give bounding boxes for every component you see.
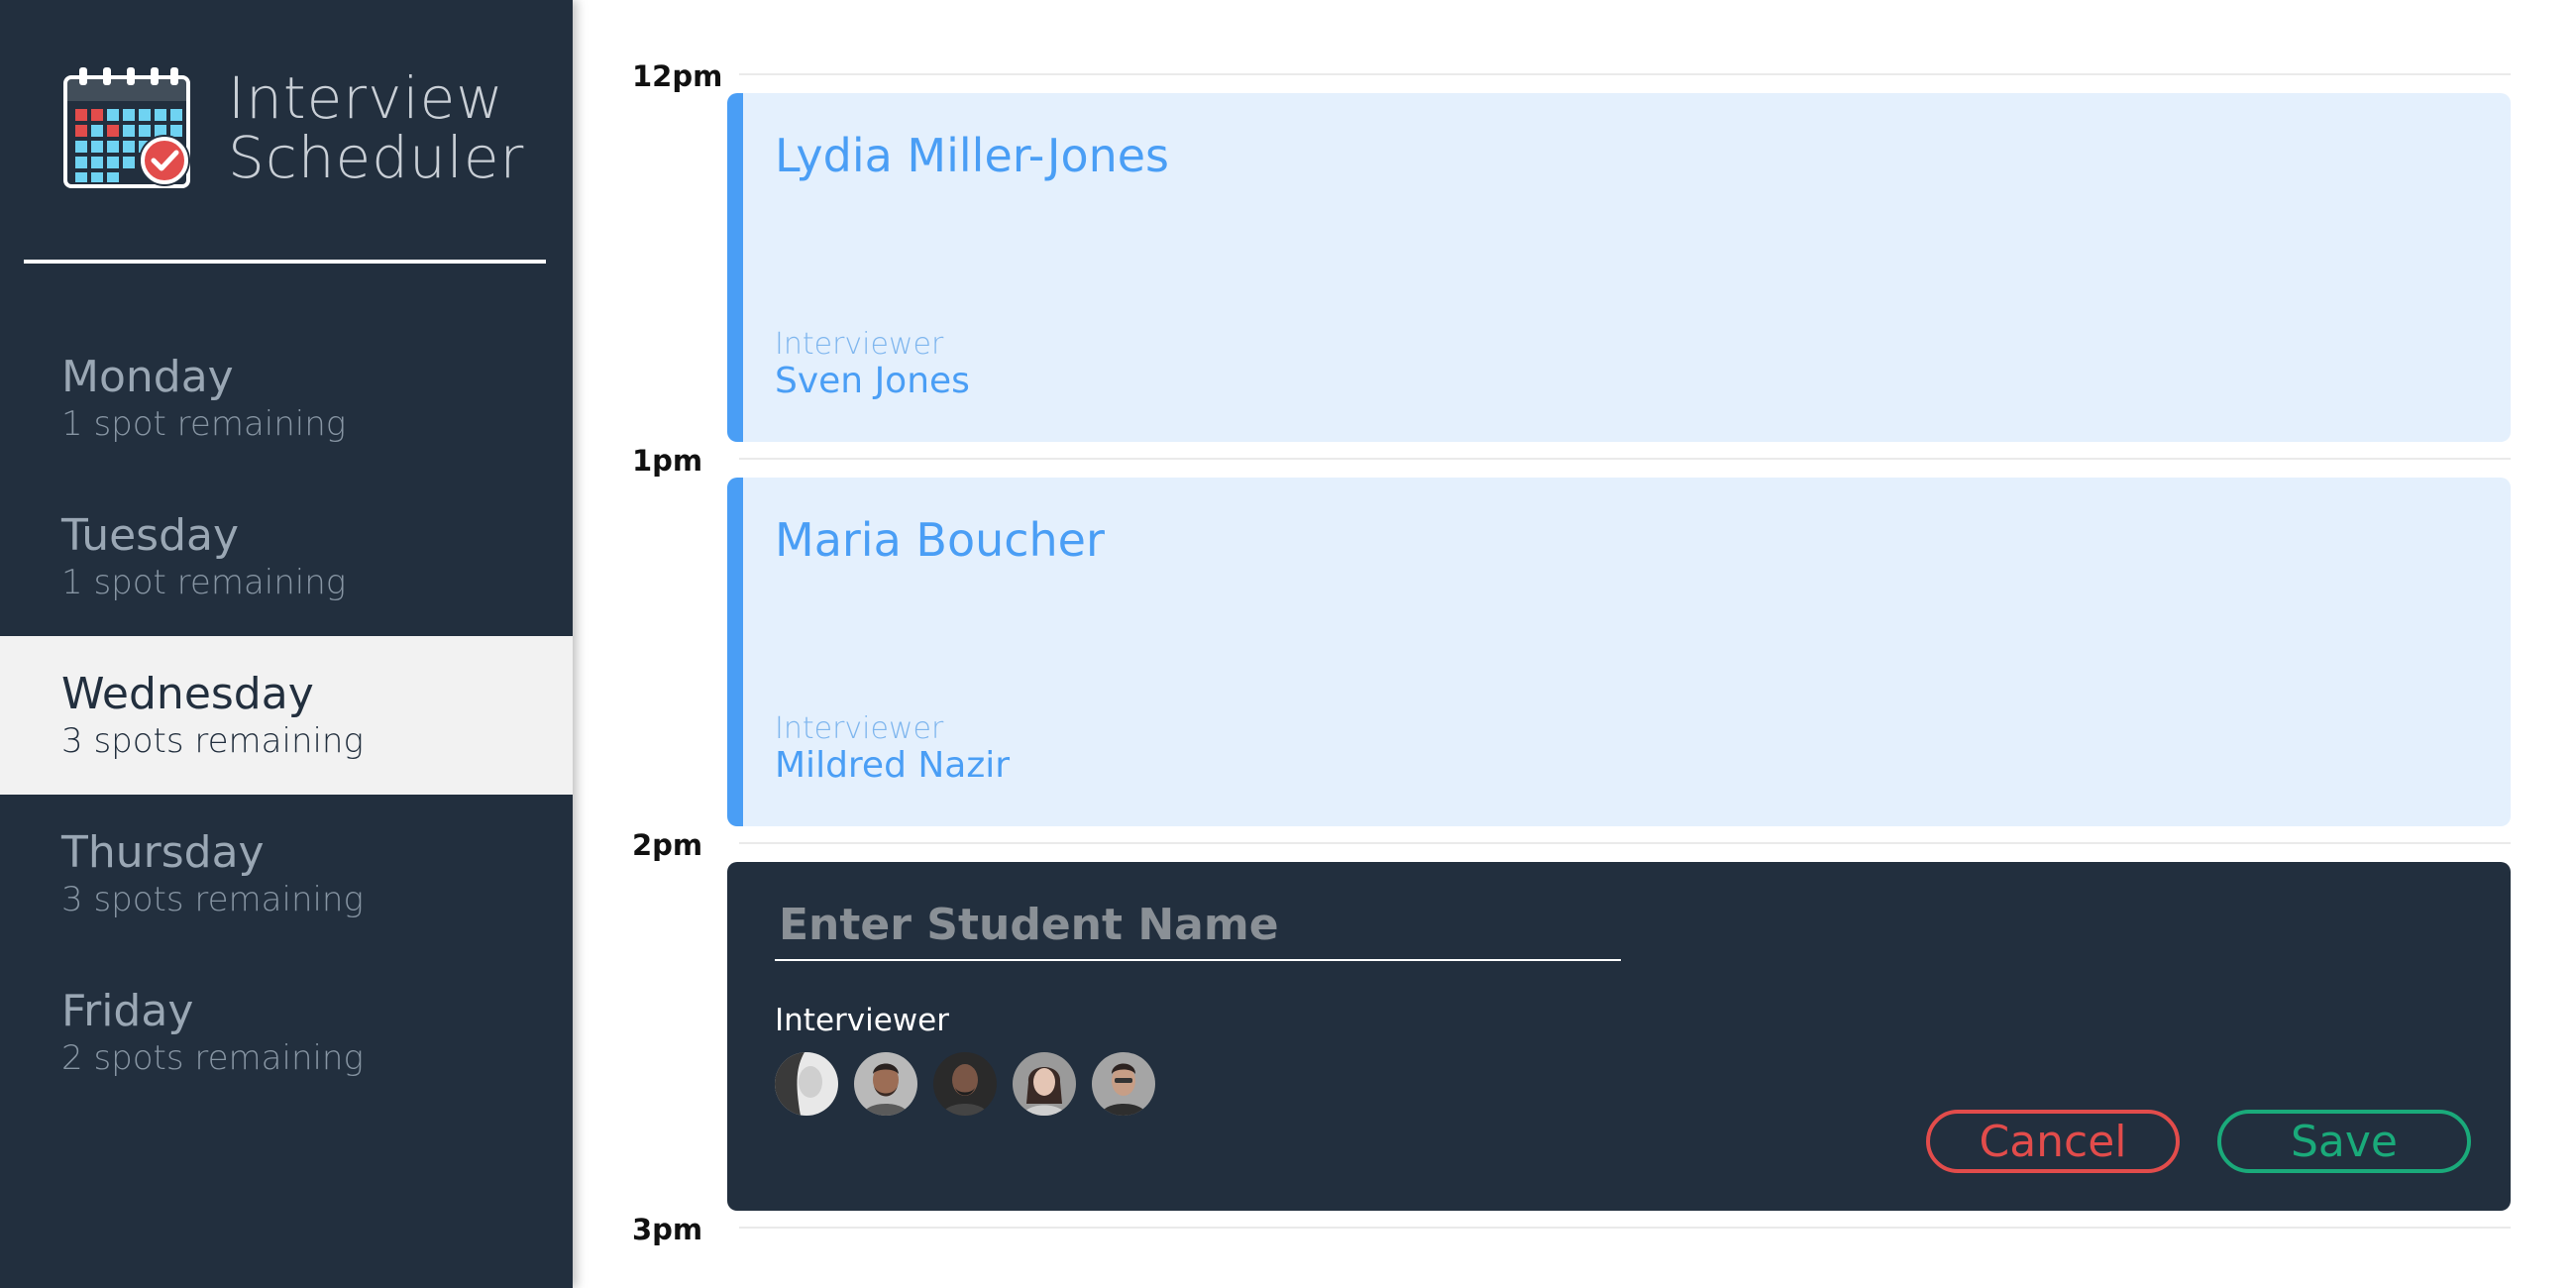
sidebar: Interview Scheduler Monday 1 spot remain… <box>0 0 573 1288</box>
day-spots: 1 spot remaining <box>61 563 347 602</box>
day-name: Thursday <box>61 827 265 878</box>
hour-line <box>739 1227 2511 1229</box>
day-list: Monday 1 spot remaining Tuesday 1 spot r… <box>0 319 573 1112</box>
day-name: Monday <box>61 352 234 402</box>
appointment-interviewer-label: Interviewer <box>775 327 944 362</box>
interviewer-avatar[interactable] <box>775 1052 838 1116</box>
sidebar-divider <box>24 260 546 264</box>
student-name-input[interactable] <box>775 898 1621 961</box>
time-label: 1pm <box>632 444 703 478</box>
interviewer-list <box>775 1052 1171 1116</box>
calendar-check-icon <box>63 67 190 188</box>
day-item-monday[interactable]: Monday 1 spot remaining <box>0 319 573 478</box>
app-title-line1: Interview <box>228 63 504 132</box>
appointment-interviewer-label: Interviewer <box>775 711 944 746</box>
hour-line <box>739 458 2511 460</box>
day-item-friday[interactable]: Friday 2 spots remaining <box>0 953 573 1112</box>
time-label: 12pm <box>632 59 723 93</box>
appointment-card: Maria Boucher Interviewer Mildred Nazir <box>727 478 2511 826</box>
day-item-thursday[interactable]: Thursday 3 spots remaining <box>0 795 573 953</box>
appointment-student-name: Maria Boucher <box>775 513 1105 567</box>
day-item-tuesday[interactable]: Tuesday 1 spot remaining <box>0 478 573 636</box>
time-label: 3pm <box>632 1213 703 1246</box>
day-name: Friday <box>61 986 194 1036</box>
app-title-line2: Scheduler <box>228 123 525 191</box>
save-button[interactable]: Save <box>2217 1110 2471 1173</box>
interviewer-avatar[interactable] <box>854 1052 917 1116</box>
interviewer-avatar[interactable] <box>933 1052 997 1116</box>
hour-line <box>739 73 2511 75</box>
schedule: 12pm Lydia Miller-Jones Interviewer Sven… <box>573 0 2576 1288</box>
appointment-form: Interviewer <box>727 862 2511 1211</box>
app-title: Interview Scheduler <box>228 68 524 187</box>
interviewer-avatar[interactable] <box>1013 1052 1076 1116</box>
day-name: Tuesday <box>61 510 240 561</box>
appointment-interviewer-name: Mildred Nazir <box>775 745 1011 786</box>
hour-line <box>739 842 2511 844</box>
day-name: Wednesday <box>61 669 314 719</box>
appointment-interviewer-name: Sven Jones <box>775 361 970 401</box>
day-spots: 2 spots remaining <box>61 1038 364 1078</box>
cancel-button[interactable]: Cancel <box>1926 1110 2180 1173</box>
appointment-student-name: Lydia Miller-Jones <box>775 129 1170 182</box>
brand: Interview Scheduler <box>63 65 524 189</box>
day-spots: 3 spots remaining <box>61 880 364 919</box>
appointment-card: Lydia Miller-Jones Interviewer Sven Jone… <box>727 93 2511 442</box>
day-item-wednesday[interactable]: Wednesday 3 spots remaining <box>0 636 573 795</box>
day-spots: 3 spots remaining <box>61 721 364 761</box>
day-spots: 1 spot remaining <box>61 404 347 444</box>
interviewer-avatar[interactable] <box>1092 1052 1155 1116</box>
interviewer-list-label: Interviewer <box>775 1003 949 1038</box>
time-label: 2pm <box>632 828 703 862</box>
